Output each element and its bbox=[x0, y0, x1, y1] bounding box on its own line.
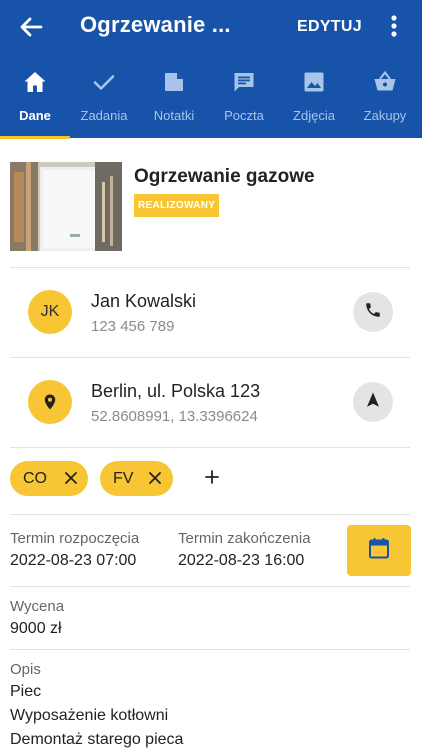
divider bbox=[10, 447, 410, 448]
avatar: JK bbox=[28, 290, 72, 334]
phone-icon bbox=[364, 301, 382, 324]
location-pin-icon bbox=[28, 380, 72, 424]
divider bbox=[10, 586, 410, 587]
contact-phone: 123 456 789 bbox=[91, 318, 175, 335]
arrow-left-icon[interactable] bbox=[16, 12, 46, 42]
navigation-arrow-icon bbox=[364, 391, 382, 414]
tag-label: CO bbox=[23, 470, 47, 487]
status-badge: REALIZOWANY bbox=[134, 194, 220, 217]
coordinates: 52.8608991, 13.3396624 bbox=[91, 408, 258, 425]
page-title: Ogrzewanie ... bbox=[80, 12, 231, 37]
note-icon bbox=[162, 70, 186, 94]
tab-label: Zdjęcia bbox=[293, 108, 335, 123]
top-bar: Ogrzewanie ... EDYTUJ bbox=[0, 0, 422, 54]
start-date-value: 2022-08-23 07:00 bbox=[10, 552, 137, 569]
tab-label: Zakupy bbox=[363, 108, 407, 123]
close-icon[interactable] bbox=[148, 471, 162, 485]
navigate-button[interactable] bbox=[353, 382, 393, 422]
address: Berlin, ul. Polska 123 bbox=[91, 381, 261, 401]
description-label: Opis bbox=[10, 661, 41, 678]
calendar-icon bbox=[367, 536, 391, 565]
tab-zdjecia[interactable]: Zdjęcia bbox=[279, 62, 349, 138]
home-icon bbox=[23, 70, 47, 94]
app-bar: Ogrzewanie ... EDYTUJ Dane Zadania Notat… bbox=[0, 0, 422, 139]
calendar-button[interactable] bbox=[347, 525, 411, 576]
contact-name: Jan Kowalski bbox=[91, 291, 197, 311]
tag-chip: CO bbox=[10, 461, 88, 496]
divider bbox=[10, 357, 410, 358]
check-icon bbox=[92, 70, 116, 94]
close-icon[interactable] bbox=[64, 471, 78, 485]
tab-zadania[interactable]: Zadania bbox=[69, 62, 139, 138]
tab-poczta[interactable]: Poczta bbox=[209, 62, 279, 138]
edit-button[interactable]: EDYTUJ bbox=[297, 18, 362, 36]
tag-label: FV bbox=[113, 470, 134, 487]
divider bbox=[10, 267, 410, 268]
description-line: Wyposażenie kotłowni bbox=[10, 707, 169, 724]
basket-icon bbox=[373, 70, 397, 94]
description-line: Piec bbox=[10, 683, 42, 700]
end-date-value: 2022-08-23 16:00 bbox=[178, 552, 305, 569]
tab-label: Zadania bbox=[80, 108, 128, 123]
tab-notatki[interactable]: Notatki bbox=[139, 62, 209, 138]
estimate-label: Wycena bbox=[10, 598, 65, 615]
tab-label: Poczta bbox=[224, 108, 264, 123]
add-tag-button[interactable] bbox=[202, 467, 222, 487]
tab-zakupy[interactable]: Zakupy bbox=[350, 62, 420, 138]
tab-dane[interactable]: Dane bbox=[0, 62, 70, 138]
end-date-label: Termin zakończenia bbox=[178, 530, 311, 547]
start-date-label: Termin rozpoczęcia bbox=[10, 530, 140, 547]
tab-bar: Dane Zadania Notatki Poczta Zdjęcia Zaku… bbox=[0, 62, 422, 138]
job-photo[interactable] bbox=[10, 162, 122, 251]
tab-label: Notatki bbox=[153, 108, 195, 123]
image-icon bbox=[302, 70, 326, 94]
job-title: Ogrzewanie gazowe bbox=[134, 166, 315, 187]
description-line: Demontaż starego pieca bbox=[10, 731, 184, 748]
divider bbox=[10, 649, 410, 650]
tab-label: Dane bbox=[19, 108, 51, 123]
divider bbox=[10, 514, 410, 515]
message-icon bbox=[232, 70, 256, 94]
estimate-value: 9000 zł bbox=[10, 620, 62, 637]
more-vertical-icon[interactable] bbox=[384, 12, 404, 40]
call-button[interactable] bbox=[353, 292, 393, 332]
active-tab-indicator bbox=[0, 136, 70, 139]
tag-chip: FV bbox=[100, 461, 173, 496]
